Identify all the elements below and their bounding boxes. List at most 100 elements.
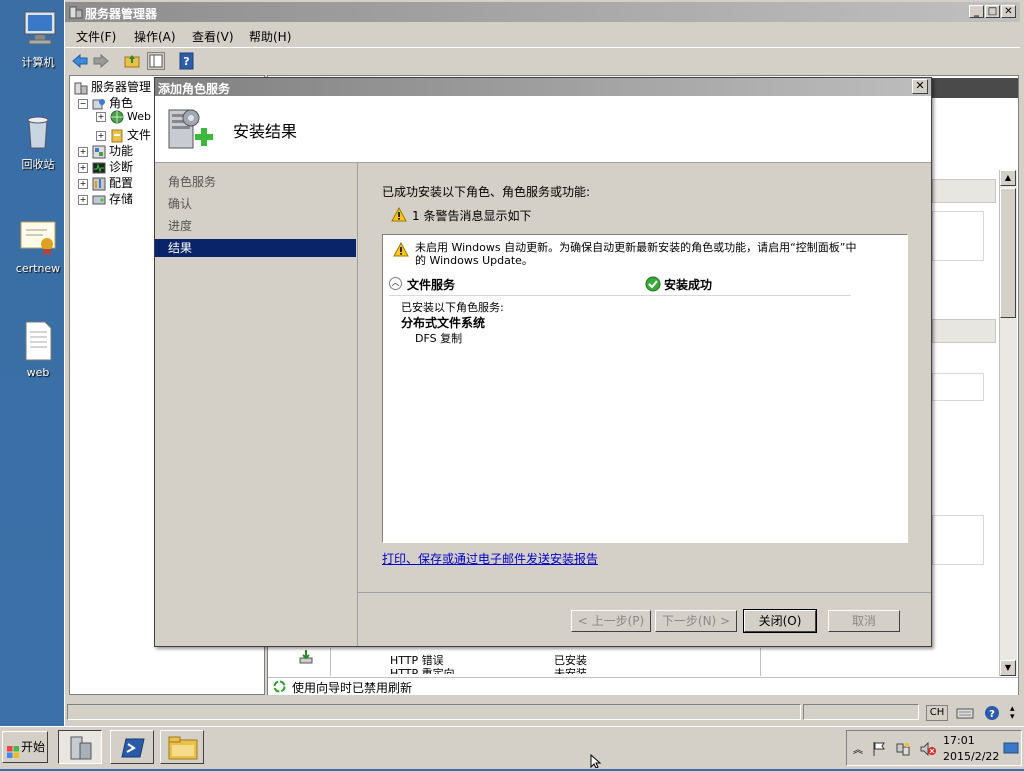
wizard-step-role-services[interactable]: 角色服务: [155, 173, 356, 191]
clock-date[interactable]: 2015/2/22: [943, 750, 999, 763]
server-manager-icon: [74, 81, 88, 95]
svg-text:?: ?: [183, 55, 189, 68]
expand-icon[interactable]: +: [78, 146, 88, 157]
pane-section-header: [932, 319, 996, 343]
status-cell: [67, 704, 801, 720]
title-bar[interactable]: 服务器管理器 _ □ ✕: [65, 2, 1020, 22]
scroll-down-icon[interactable]: ▼: [1000, 660, 1016, 676]
wizard-step-progress[interactable]: 进度: [155, 217, 356, 235]
expand-icon[interactable]: +: [78, 194, 88, 205]
vertical-scrollbar[interactable]: ▲ ▼: [999, 170, 1017, 676]
expand-icon[interactable]: +: [96, 112, 106, 122]
refresh-icon: [272, 679, 287, 697]
collapse-icon[interactable]: −: [78, 98, 88, 109]
wizard-step-confirm[interactable]: 确认: [155, 195, 356, 213]
back-button[interactable]: < 上一步(P): [571, 610, 651, 632]
menu-help[interactable]: 帮助(H): [249, 28, 291, 45]
diagnostics-icon: [92, 161, 106, 175]
tree-node-web[interactable]: + Web: [96, 110, 151, 124]
result-intro: 已成功安装以下角色、角色服务或功能:: [382, 185, 591, 199]
taskbar-app-explorer[interactable]: [160, 730, 204, 764]
expand-icon[interactable]: +: [78, 178, 88, 189]
language-bar-options-icon[interactable]: ▴ ▾: [1010, 705, 1015, 722]
desktop-icon-web[interactable]: web: [8, 320, 68, 379]
pane-section-box: [932, 211, 984, 261]
clock-time[interactable]: 17:01: [943, 734, 975, 747]
tree-node-label: 服务器管理: [91, 80, 152, 94]
desktop-icon-recycle-bin[interactable]: 回收站: [8, 110, 68, 172]
list-divider: [760, 648, 761, 676]
volume-muted-icon[interactable]: [919, 741, 937, 760]
desktop-icon-label: 计算机: [21, 56, 55, 69]
tree-node-label: 角色: [109, 96, 134, 110]
action-center-flag-icon[interactable]: [871, 741, 887, 760]
tree-node-diagnostics[interactable]: + 诊断: [78, 158, 133, 175]
storage-icon: [92, 193, 106, 207]
start-label: 开始: [21, 740, 46, 754]
list-item-status: 已安装: [554, 654, 587, 667]
roles-icon: [92, 97, 106, 111]
help-icon[interactable]: ?: [178, 52, 196, 70]
tree-node-storage[interactable]: + 存储: [78, 190, 133, 207]
close-icon[interactable]: ✕: [912, 79, 928, 94]
show-hide-console-tree-icon[interactable]: [147, 52, 165, 70]
tree-node-roles[interactable]: − 角色: [78, 94, 133, 111]
dialog-title: 添加角色服务: [158, 82, 231, 96]
wizard-nav: 角色服务 确认 进度 结果: [155, 163, 358, 646]
collapse-section-icon[interactable]: ︿: [389, 277, 402, 290]
tree-node-label: Web: [127, 110, 151, 123]
close-icon[interactable]: ✕: [1001, 5, 1016, 18]
features-icon: [92, 145, 106, 159]
configuration-icon: [92, 177, 106, 191]
forward-arrow-icon[interactable]: [92, 52, 110, 70]
tree-node-configuration[interactable]: + 配置: [78, 174, 133, 191]
taskbar: 开始 ︽ 17:01 2015/2/22: [0, 726, 1024, 769]
up-folder-icon[interactable]: [123, 52, 141, 70]
list-item-name: HTTP 重定向: [390, 668, 530, 674]
desktop-icon-computer[interactable]: 计算机: [8, 8, 68, 70]
help-icon[interactable]: ?: [984, 705, 1000, 724]
menu-action[interactable]: 操作(A): [134, 28, 176, 45]
taskbar-app-powershell[interactable]: [110, 730, 154, 764]
pane-section-box: [932, 515, 984, 565]
keyboard-icon[interactable]: [956, 705, 974, 724]
minimize-button[interactable]: _: [969, 5, 984, 18]
warning-message-line: 的 Windows Update。: [415, 254, 533, 267]
menu-file[interactable]: 文件(F): [76, 28, 116, 45]
menu-view[interactable]: 查看(V): [192, 28, 234, 45]
server-manager-icon: [69, 5, 83, 22]
taskbar-app-server-manager[interactable]: [58, 730, 102, 764]
tree-node-root[interactable]: 服务器管理: [74, 78, 151, 95]
add-role-services-dialog: 添加角色服务 ✕ 安装结果 角色服务 确认 进度 结果 已成功安装以下角色、角色…: [154, 77, 932, 647]
expand-icon[interactable]: +: [78, 162, 88, 173]
show-hidden-icons-icon[interactable]: ︽: [853, 741, 863, 756]
back-arrow-icon[interactable]: [71, 52, 89, 70]
network-icon[interactable]: [895, 741, 911, 760]
show-desktop-icon[interactable]: [1003, 740, 1019, 759]
scroll-thumb[interactable]: [1000, 188, 1016, 318]
list-item-status: 未安装: [554, 668, 614, 674]
list-item-name: HTTP 错误: [390, 654, 444, 667]
tree-node-label: 诊断: [109, 160, 134, 174]
dialog-title-bar[interactable]: 添加角色服务 ✕: [155, 78, 931, 96]
wizard-step-results[interactable]: 结果: [155, 239, 356, 257]
powershell-icon: [121, 737, 145, 762]
maximize-button[interactable]: □: [985, 5, 1000, 18]
cancel-button[interactable]: 取消: [828, 610, 900, 632]
install-report-link[interactable]: 打印、保存或通过电子邮件发送安装报告: [382, 550, 598, 567]
toolbar: ?: [65, 47, 1020, 74]
installed-item: DFS 复制: [415, 332, 463, 345]
tree-node-label: 存储: [109, 192, 134, 206]
desktop-icon-label: 回收站: [21, 158, 55, 171]
scroll-up-icon[interactable]: ▲: [1000, 170, 1016, 186]
desktop-icon-certnew[interactable]: certnew: [8, 216, 68, 275]
recycle-bin-icon: [17, 110, 59, 152]
start-button[interactable]: 开始: [2, 731, 48, 763]
tree-node-features[interactable]: + 功能: [78, 142, 133, 159]
tree-node-file[interactable]: + 文件: [96, 126, 151, 143]
next-button[interactable]: 下一步(N) >: [655, 610, 737, 632]
close-button[interactable]: 关闭(O): [743, 609, 817, 633]
mouse-cursor-icon: [590, 753, 602, 771]
expand-icon[interactable]: +: [96, 130, 106, 141]
input-language[interactable]: CH: [926, 705, 948, 721]
